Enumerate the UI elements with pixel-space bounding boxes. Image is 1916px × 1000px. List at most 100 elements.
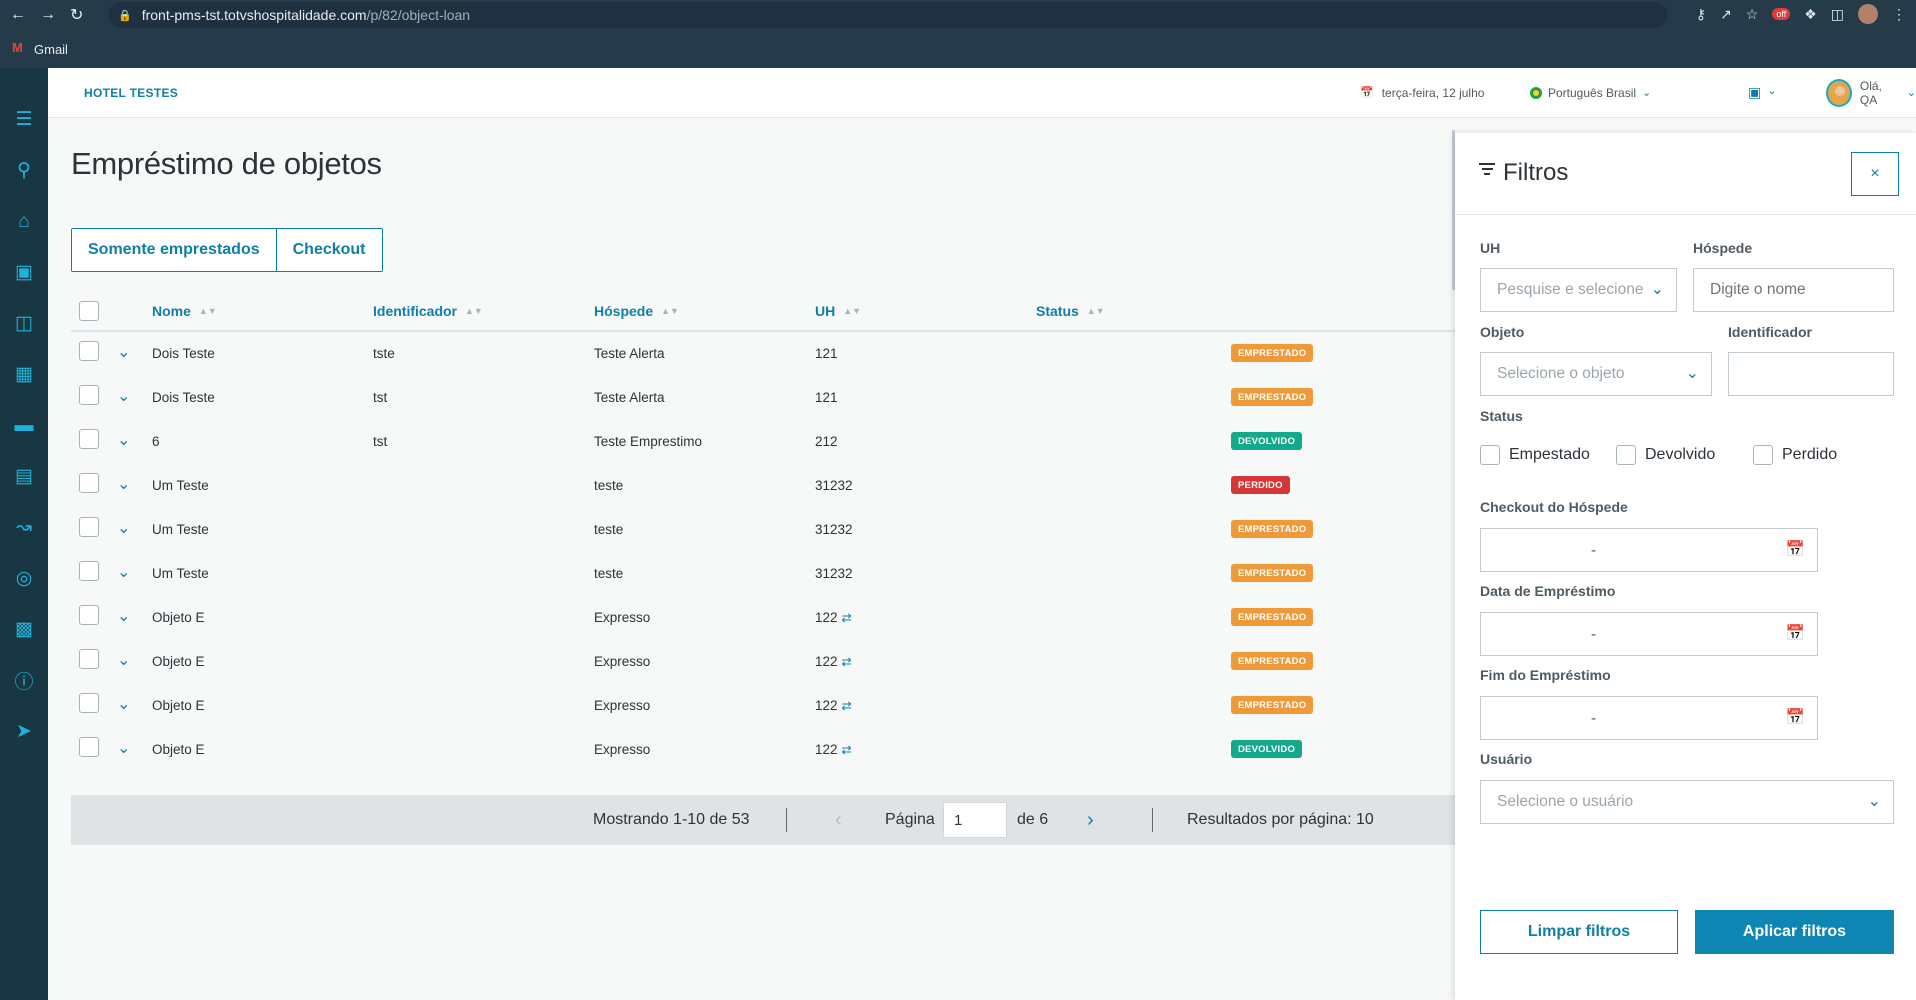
status-devolvido-checkbox[interactable]: Devolvido <box>1616 445 1715 465</box>
table-row[interactable]: ⌄ Dois Teste tst Teste Alerta 121 EMPRESTADO <box>71 376 1457 420</box>
rocket-icon[interactable]: ➤ <box>0 706 48 757</box>
forward-icon[interactable]: → <box>40 6 56 24</box>
rooms-icon[interactable]: ▬ <box>0 400 48 451</box>
expand-chevron-icon[interactable]: ⌄ <box>117 430 130 450</box>
support-icon[interactable]: ◎ <box>0 553 48 604</box>
column-nome[interactable]: Nome ▲▼ <box>152 303 217 319</box>
menu-icon[interactable]: ☰ <box>0 94 48 145</box>
table-row[interactable]: ⌄ Dois Teste tste Teste Alerta 121 EMPRESTADO <box>71 332 1457 376</box>
expand-chevron-icon[interactable]: ⌄ <box>117 386 130 406</box>
cell-nome: Dois Teste <box>152 390 215 405</box>
expand-chevron-icon[interactable]: ⌄ <box>117 650 130 670</box>
checkout-date-range[interactable]: - 📅 <box>1480 528 1818 572</box>
hotel-name[interactable]: HOTEL TESTES <box>84 86 178 100</box>
table-row[interactable]: ⌄ 6 tst Teste Emprestimo 212 DEVOLVIDO <box>71 420 1457 464</box>
status-label: Status <box>1480 408 1523 424</box>
luggage-icon[interactable]: ◫ <box>0 298 48 349</box>
share-icon[interactable]: ↗ <box>1720 6 1732 23</box>
table-row[interactable]: ⌄ Um Teste teste 31232 EMPRESTADO <box>71 552 1457 596</box>
prev-page-icon[interactable]: ‹ <box>835 809 842 832</box>
column-uh[interactable]: UH ▲▼ <box>815 303 861 319</box>
star-icon[interactable]: ☆ <box>1746 6 1759 23</box>
clear-filters-button[interactable]: Limpar filtros <box>1480 910 1678 954</box>
checkbox[interactable] <box>1480 445 1500 465</box>
expand-chevron-icon[interactable]: ⌄ <box>117 474 130 494</box>
status-emprestado-checkbox[interactable]: Empestado <box>1480 445 1590 465</box>
user-select[interactable]: Selecione o usuário ⌄ <box>1480 780 1894 824</box>
kebab-menu-icon[interactable]: ⋮ <box>1892 6 1906 23</box>
row-checkbox[interactable] <box>79 649 99 669</box>
extension-badge[interactable]: off <box>1772 8 1791 20</box>
row-checkbox[interactable] <box>79 693 99 713</box>
object-select[interactable]: Selecione o objeto ⌄ <box>1480 352 1712 396</box>
sync-icon: ⇄ <box>841 743 852 757</box>
expand-chevron-icon[interactable]: ⌄ <box>117 562 130 582</box>
row-checkbox[interactable] <box>79 429 99 449</box>
help-icon[interactable]: ⓘ <box>0 655 48 706</box>
loan-date-range[interactable]: - 📅 <box>1480 612 1818 656</box>
uh-select[interactable]: Pesquise e selecione ⌄ <box>1480 268 1677 312</box>
row-checkbox[interactable] <box>79 605 99 625</box>
next-page-icon[interactable]: › <box>1087 809 1094 832</box>
column-status[interactable]: Status ▲▼ <box>1036 303 1105 319</box>
table-row[interactable]: ⌄ Objeto E Expresso 122 ⇄ EMPRESTADO <box>71 684 1457 728</box>
language-selector[interactable]: Português Brasil ⌄ <box>1530 86 1651 100</box>
uh-value: 122 <box>815 698 838 713</box>
apply-filters-button[interactable]: Aplicar filtros <box>1695 910 1894 954</box>
column-hospede[interactable]: Hóspede ▲▼ <box>594 303 679 319</box>
expand-chevron-icon[interactable]: ⌄ <box>117 738 130 758</box>
bookmark-gmail[interactable]: Gmail <box>34 42 68 57</box>
reload-icon[interactable]: ↻ <box>70 5 83 25</box>
per-page-selector[interactable]: Resultados por página: 10 <box>1187 811 1374 829</box>
calendar-icon: 📅 <box>1360 87 1374 99</box>
property-selector[interactable]: ▣ ⌄ <box>1748 84 1776 101</box>
calendar-icon[interactable]: 📅 <box>1786 624 1805 643</box>
select-all-checkbox[interactable] <box>79 301 99 321</box>
chart-icon[interactable]: ↝ <box>0 502 48 553</box>
user-menu[interactable]: Olá, QA ⌄ <box>1826 78 1916 107</box>
filter-panel-header: Filtros × <box>1455 133 1916 215</box>
checkout-button[interactable]: Checkout <box>275 229 382 271</box>
checkbox-label: Empestado <box>1509 446 1590 463</box>
dashboard-icon[interactable]: ▩ <box>0 604 48 655</box>
expand-chevron-icon[interactable]: ⌄ <box>117 606 130 626</box>
table-row[interactable]: ⌄ Objeto E Expresso 122 ⇄ DEVOLVIDO <box>71 728 1457 772</box>
sidepanel-icon[interactable]: ◫ <box>1831 6 1844 23</box>
column-identificador[interactable]: Identificador ▲▼ <box>373 303 483 319</box>
checkbox[interactable] <box>1753 445 1773 465</box>
key-icon[interactable]: ⚷ <box>1696 6 1706 23</box>
row-checkbox[interactable] <box>79 561 99 581</box>
close-filters-button[interactable]: × <box>1851 152 1899 196</box>
puzzle-icon[interactable]: ❖ <box>1804 6 1817 23</box>
calendar-icon[interactable]: 📅 <box>1786 540 1805 559</box>
expand-chevron-icon[interactable]: ⌄ <box>117 694 130 714</box>
table-row[interactable]: ⌄ Objeto E Expresso 122 ⇄ EMPRESTADO <box>71 640 1457 684</box>
page-input[interactable] <box>943 802 1007 838</box>
calendar-icon[interactable]: ▦ <box>0 349 48 400</box>
expand-chevron-icon[interactable]: ⌄ <box>117 342 130 362</box>
row-checkbox[interactable] <box>79 517 99 537</box>
back-icon[interactable]: ← <box>10 6 26 24</box>
row-checkbox[interactable] <box>79 473 99 493</box>
table-row[interactable]: ⌄ Objeto E Expresso 122 ⇄ EMPRESTADO <box>71 596 1457 640</box>
row-checkbox[interactable] <box>79 737 99 757</box>
document-icon[interactable]: ▤ <box>0 451 48 502</box>
row-checkbox[interactable] <box>79 341 99 361</box>
table-row[interactable]: ⌄ Um Teste teste 31232 EMPRESTADO <box>71 508 1457 552</box>
loan-end-range[interactable]: - 📅 <box>1480 696 1818 740</box>
home-icon[interactable]: ⌂ <box>0 196 48 247</box>
only-loaned-button[interactable]: Somente emprestados <box>72 229 276 271</box>
status-perdido-checkbox[interactable]: Perdido <box>1753 445 1837 465</box>
expand-chevron-icon[interactable]: ⌄ <box>117 518 130 538</box>
bed-icon[interactable]: ▣ <box>0 247 48 298</box>
calendar-icon[interactable]: 📅 <box>1786 708 1805 727</box>
table-row[interactable]: ⌄ Um Teste teste 31232 PERDIDO <box>71 464 1457 508</box>
address-bar[interactable]: 🔒 front-pms-tst.totvshospitalidade.com/p… <box>108 2 1668 28</box>
profile-avatar[interactable] <box>1858 4 1878 24</box>
checkbox[interactable] <box>1616 445 1636 465</box>
search-icon[interactable]: ⚲ <box>0 145 48 196</box>
row-checkbox[interactable] <box>79 385 99 405</box>
guest-input[interactable] <box>1693 268 1894 312</box>
identifier-input[interactable] <box>1728 352 1894 396</box>
current-date: 📅 terça-feira, 12 julho <box>1360 86 1484 100</box>
